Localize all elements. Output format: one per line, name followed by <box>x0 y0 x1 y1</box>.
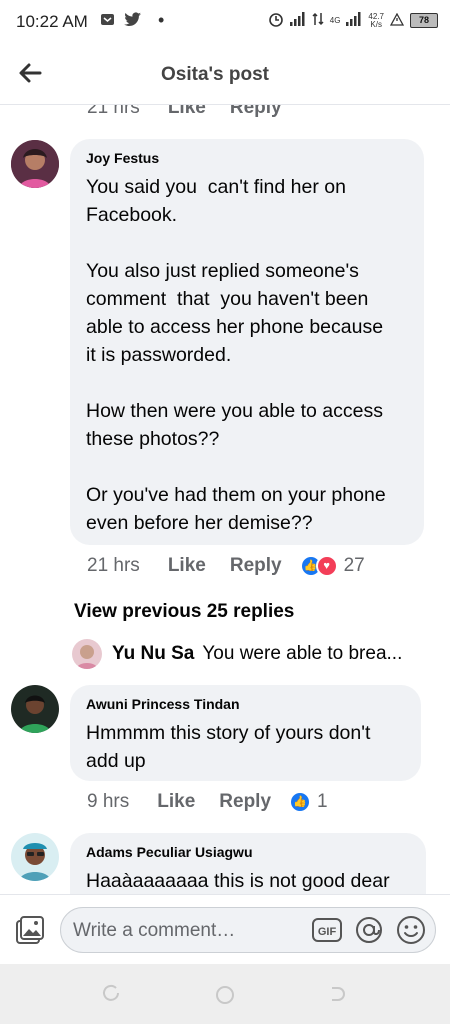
avatar <box>72 639 102 669</box>
message-notification-icon <box>100 12 115 30</box>
gif-icon[interactable]: GIF <box>311 914 343 946</box>
comment-meta: 9 hrs Like Reply 👍 1 <box>87 791 328 813</box>
reactions[interactable]: 👍 1 <box>289 791 328 813</box>
reply-button[interactable]: Reply <box>219 791 271 813</box>
reply-author: Yu Nu Sa <box>112 643 195 664</box>
comment-bubble[interactable]: Awuni Princess Tindan Hmmmm this story o… <box>70 685 421 781</box>
comment-input-placeholder: Write a comment… <box>73 920 236 941</box>
home-icon[interactable] <box>214 984 236 1011</box>
comment-author[interactable]: Awuni Princess Tindan <box>86 696 240 712</box>
page-title: Osita's post <box>161 64 269 85</box>
like-button[interactable]: Like <box>157 791 195 813</box>
status-time: 10:22 AM <box>16 12 88 31</box>
warning-icon <box>389 12 405 29</box>
comment-text: You said you can't find her on Facebook.… <box>86 176 386 534</box>
battery-indicator: 78 <box>410 13 438 28</box>
comment-composer: Write a comment… GIF <box>0 894 450 965</box>
alarm-icon <box>268 11 284 30</box>
avatar[interactable] <box>11 685 59 733</box>
system-nav-bar <box>0 964 450 1024</box>
network-generation: 4G <box>329 15 341 25</box>
network-speed: 42.7 K/s <box>368 12 384 29</box>
view-previous-replies-link[interactable]: View previous 25 replies <box>74 601 294 623</box>
reaction-count: 1 <box>317 791 328 812</box>
comment-text: Haaàaaaaaaa this is not good dear <box>86 870 390 892</box>
reply-button[interactable]: Reply <box>230 105 282 119</box>
comment-bubble[interactable]: Joy Festus You said you can't find her o… <box>70 139 424 545</box>
comment-input[interactable]: Write a comment… GIF <box>60 907 436 953</box>
back-nav-icon[interactable] <box>328 984 348 1009</box>
avatar[interactable] <box>11 833 59 881</box>
comment-author[interactable]: Adams Peculiar Usiagwu <box>86 844 253 860</box>
signal-icon-2 <box>346 12 362 29</box>
reply-preview[interactable]: Yu Nu Sa You were able to brea... <box>72 638 442 670</box>
like-button[interactable]: Like <box>168 555 206 577</box>
reaction-count: 27 <box>343 555 365 576</box>
at-icon[interactable] <box>353 914 385 946</box>
more-notifications-dot: • <box>158 10 165 30</box>
comment-author[interactable]: Joy Festus <box>86 150 159 166</box>
photo-icon[interactable] <box>12 913 46 947</box>
love-reaction-icon: ♥ <box>315 555 338 577</box>
signal-icon <box>289 12 306 29</box>
comments-feed[interactable]: 21 hrs Like Reply Joy Festus You said yo… <box>0 104 450 895</box>
twitter-icon <box>124 12 142 30</box>
comment-time: 21 hrs <box>87 104 140 118</box>
prev-comment-meta: 21 hrs Like Reply <box>87 104 306 119</box>
reply-button[interactable]: Reply <box>230 555 282 577</box>
post-header: Osita's post <box>0 44 450 104</box>
reply-text: You were able to brea... <box>202 643 403 664</box>
data-transfer-icon <box>312 12 324 29</box>
status-bar: 10:22 AM • 4G 42.7 K/s 78 <box>0 0 450 44</box>
emoji-icon[interactable] <box>395 914 427 946</box>
like-button[interactable]: Like <box>168 105 206 119</box>
reactions[interactable]: 👍 ♥ 27 <box>299 555 365 577</box>
like-reaction-icon: 👍 <box>289 791 312 813</box>
comment-text: Hmmmm this story of yours don't add up <box>86 722 371 772</box>
comment-meta: 21 hrs Like Reply 👍 ♥ 27 <box>87 555 365 577</box>
comment-time: 21 hrs <box>87 555 140 576</box>
avatar[interactable] <box>11 140 59 188</box>
status-indicators: 4G 42.7 K/s 78 <box>268 11 438 30</box>
speed-unit: K/s <box>370 19 382 29</box>
comment-bubble[interactable]: Adams Peculiar Usiagwu Haaàaaaaaaa this … <box>70 833 426 895</box>
gif-label: GIF <box>318 926 337 938</box>
comment-time: 9 hrs <box>87 791 130 812</box>
recent-apps-icon[interactable] <box>102 984 122 1009</box>
